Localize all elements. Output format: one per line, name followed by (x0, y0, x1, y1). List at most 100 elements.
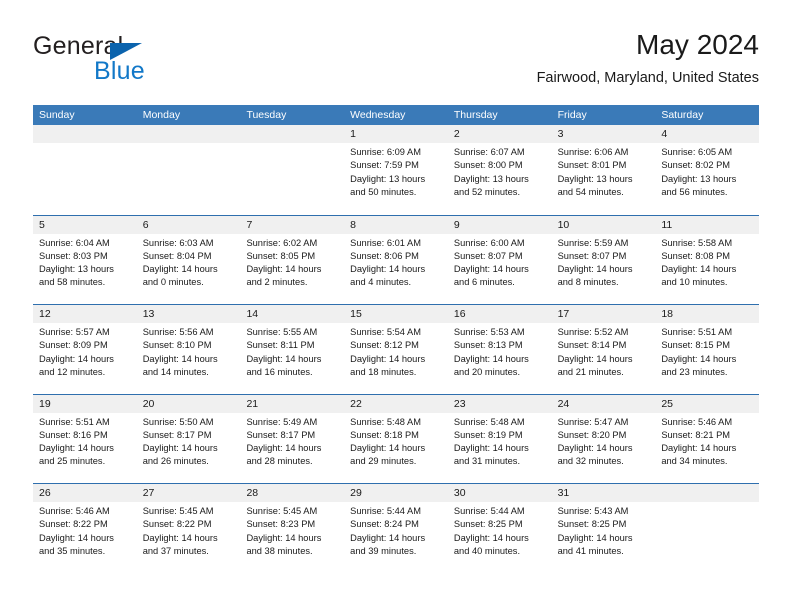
daylight-text-line2: and 10 minutes. (661, 277, 728, 288)
day-number: 14 (246, 308, 259, 320)
daylight-text-line2: and 39 minutes. (350, 545, 417, 556)
title-block: May 2024 Fairwood, Maryland, United Stat… (537, 28, 759, 88)
sunrise-text: Sunrise: 6:06 AM (557, 147, 629, 157)
day-sun-info: Sunrise: 5:55 AM Sunset: 8:11 PM Daylight:… (240, 323, 344, 379)
calendar-day-cell[interactable]: 29 Sunrise: 5:44 AM Sunset: 8:24 PM Dayligh… (344, 484, 448, 573)
weekday-header-sunday: Sunday (39, 109, 75, 121)
sunset-text: Sunset: 8:13 PM (453, 340, 523, 351)
calendar-day-cell[interactable]: 20 Sunrise: 5:50 AM Sunset: 8:17 PM Dayligh… (136, 394, 241, 483)
calendar-day-cell[interactable]: 3 Sunrise: 6:06 AM Sunset: 8:01 PM Daylight… (551, 125, 656, 215)
calendar-day-cell[interactable]: 9 Sunrise: 6:00 AM Sunset: 8:07 PM Daylight… (447, 215, 552, 304)
day-sun-info: Sunrise: 6:06 AM Sunset: 8:01 PM Daylight:… (552, 143, 656, 199)
daylight-text-line1: Daylight: 14 hours (246, 443, 322, 454)
daylight-text-line1: Daylight: 14 hours (661, 443, 737, 454)
day-number: 12 (39, 308, 51, 320)
day-number-band: 15 (344, 305, 448, 323)
day-number: 30 (453, 487, 466, 499)
sunset-text: Sunset: 8:02 PM (661, 160, 731, 171)
daylight-text-line2: and 32 minutes. (557, 456, 624, 467)
day-number: 11 (661, 218, 673, 231)
calendar-day-cell[interactable]: 12 Sunrise: 5:57 AM Sunset: 8:09 PM Dayligh… (33, 305, 137, 394)
daylight-text-line1: Daylight: 13 hours (453, 173, 529, 184)
calendar-day-cell[interactable]: 15 Sunrise: 5:54 AM Sunset: 8:12 PM Dayligh… (344, 305, 448, 394)
day-sun-info: Sunrise: 5:48 AM Sunset: 8:18 PM Daylight:… (344, 413, 448, 469)
day-number-band: 12 (33, 305, 137, 323)
daylight-text-line2: and 40 minutes. (453, 545, 521, 556)
sunrise-text: Sunrise: 6:03 AM (142, 237, 214, 248)
calendar-day-cell[interactable]: 25 Sunrise: 5:46 AM Sunset: 8:21 PM Dayligh… (655, 394, 760, 483)
general-blue-logo[interactable]: General Blue (33, 32, 253, 88)
day-sun-info: Sunrise: 5:51 AM Sunset: 8:15 PM Daylight:… (655, 323, 759, 379)
day-number: 4 (661, 128, 668, 140)
day-number-band: 6 (136, 215, 241, 234)
daylight-text-line2: and 8 minutes. (557, 277, 619, 288)
weekday-header-row: Sunday Monday Tuesday Wednesday Thursday… (33, 105, 759, 125)
calendar-day-cell[interactable]: 11 Sunrise: 5:58 AM Sunset: 8:08 PM Dayligh… (655, 215, 760, 304)
calendar-day-cell[interactable]: 22 Sunrise: 5:48 AM Sunset: 8:18 PM Dayligh… (344, 394, 448, 483)
calendar-day-cell[interactable]: 17 Sunrise: 5:52 AM Sunset: 8:14 PM Dayligh… (551, 305, 656, 394)
calendar-day-cell[interactable]: 1 Sunrise: 6:09 AM Sunset: 7:59 PM Daylight… (344, 125, 448, 215)
calendar-weeks: 1 Sunrise: 6:09 AM Sunset: 7:59 PM Daylight… (33, 125, 760, 573)
day-sun-info: Sunrise: 5:44 AM Sunset: 8:25 PM Daylight:… (448, 502, 552, 558)
day-number: 2 (453, 128, 460, 140)
day-number: 8 (350, 218, 356, 231)
daylight-text-line2: and 18 minutes. (350, 366, 417, 377)
day-number-band: 1 (344, 125, 448, 143)
day-number: 23 (453, 397, 466, 410)
weekday-header-thursday: Thursday (453, 109, 498, 121)
daylight-text-line2: and 34 minutes. (661, 456, 728, 467)
calendar-day-cell[interactable]: 26 Sunrise: 5:46 AM Sunset: 8:22 PM Dayligh… (33, 484, 137, 573)
calendar-day-cell[interactable]: 24 Sunrise: 5:47 AM Sunset: 8:20 PM Dayligh… (551, 394, 656, 483)
calendar-day-cell[interactable]: 21 Sunrise: 5:49 AM Sunset: 8:17 PM Dayligh… (240, 394, 345, 483)
calendar-day-cell[interactable]: 23 Sunrise: 5:48 AM Sunset: 8:19 PM Dayligh… (447, 394, 552, 483)
calendar-day-cell[interactable]: 13 Sunrise: 5:56 AM Sunset: 8:10 PM Dayligh… (136, 305, 241, 394)
day-number: 24 (557, 397, 570, 410)
calendar-day-cell[interactable]: 10 Sunrise: 5:59 AM Sunset: 8:07 PM Dayligh… (551, 215, 656, 304)
daylight-text-line2: and 23 minutes. (661, 366, 728, 377)
calendar-day-cell[interactable]: 19 Sunrise: 5:51 AM Sunset: 8:16 PM Dayligh… (33, 394, 137, 483)
day-number: 25 (661, 397, 673, 410)
day-number: 16 (453, 308, 466, 320)
calendar-day-cell[interactable]: 16 Sunrise: 5:53 AM Sunset: 8:13 PM Dayligh… (447, 305, 552, 394)
calendar-day-cell[interactable]: 27 Sunrise: 5:45 AM Sunset: 8:22 PM Dayligh… (136, 484, 241, 573)
sunset-text: Sunset: 8:20 PM (557, 429, 627, 440)
sunrise-text: Sunrise: 5:50 AM (142, 416, 214, 427)
calendar-day-cell[interactable]: 8 Sunrise: 6:01 AM Sunset: 8:06 PM Daylight… (344, 215, 448, 304)
day-number-band: 26 (33, 484, 137, 502)
calendar-day-cell[interactable]: 14 Sunrise: 5:55 AM Sunset: 8:11 PM Dayligh… (240, 305, 345, 394)
day-number-band: 22 (344, 394, 448, 413)
calendar-day-cell[interactable]: 31 Sunrise: 5:43 AM Sunset: 8:25 PM Dayligh… (551, 484, 656, 573)
day-sun-info: Sunrise: 5:47 AM Sunset: 8:20 PM Daylight:… (552, 413, 656, 469)
sunrise-text: Sunrise: 5:45 AM (246, 506, 318, 516)
sunrise-text: Sunrise: 5:46 AM (39, 506, 110, 516)
day-sun-info: Sunrise: 6:00 AM Sunset: 8:07 PM Daylight:… (448, 234, 552, 290)
calendar-day-cell[interactable]: 6 Sunrise: 6:03 AM Sunset: 8:04 PM Daylight… (136, 215, 241, 304)
calendar-day-cell[interactable]: 28 Sunrise: 5:45 AM Sunset: 8:23 PM Dayligh… (240, 484, 345, 573)
daylight-text-line2: and 56 minutes. (661, 186, 728, 197)
sunset-text: Sunset: 8:21 PM (661, 429, 731, 440)
daylight-text-line2: and 50 minutes. (350, 186, 417, 197)
calendar-day-cell[interactable]: 18 Sunrise: 5:51 AM Sunset: 8:15 PM Dayligh… (655, 305, 760, 394)
day-number: 28 (246, 487, 259, 499)
day-number-band: 14 (240, 305, 345, 323)
daylight-text-line2: and 31 minutes. (453, 456, 521, 467)
calendar-week-row: 12 Sunrise: 5:57 AM Sunset: 8:09 PM Dayligh… (33, 304, 760, 394)
daylight-text-line2: and 21 minutes. (557, 366, 624, 377)
day-number: 9 (453, 218, 460, 231)
daylight-text-line1: Daylight: 14 hours (246, 532, 322, 543)
sunrise-text: Sunrise: 5:47 AM (557, 416, 629, 427)
calendar-day-cell[interactable]: 7 Sunrise: 6:02 AM Sunset: 8:05 PM Daylight… (240, 215, 345, 304)
sunrise-text: Sunrise: 5:56 AM (142, 327, 214, 337)
sunset-text: Sunset: 8:24 PM (350, 519, 419, 530)
sunset-text: Sunset: 8:07 PM (557, 250, 627, 261)
sunrise-text: Sunrise: 6:05 AM (661, 147, 733, 157)
calendar-day-cell[interactable]: 5 Sunrise: 6:04 AM Sunset: 8:03 PM Daylight… (33, 215, 137, 304)
calendar-day-cell[interactable]: 4 Sunrise: 6:05 AM Sunset: 8:02 PM Daylight… (655, 125, 760, 215)
calendar-day-cell[interactable]: 2 Sunrise: 6:07 AM Sunset: 8:00 PM Daylight… (447, 125, 552, 215)
calendar-day-cell[interactable]: 30 Sunrise: 5:44 AM Sunset: 8:25 PM Dayligh… (447, 484, 552, 573)
sunrise-text: Sunrise: 6:09 AM (350, 147, 421, 157)
day-number: 6 (142, 218, 149, 231)
day-number: 17 (557, 308, 570, 320)
sunset-text: Sunset: 8:17 PM (246, 429, 316, 440)
sunset-text: Sunset: 8:19 PM (453, 429, 523, 440)
